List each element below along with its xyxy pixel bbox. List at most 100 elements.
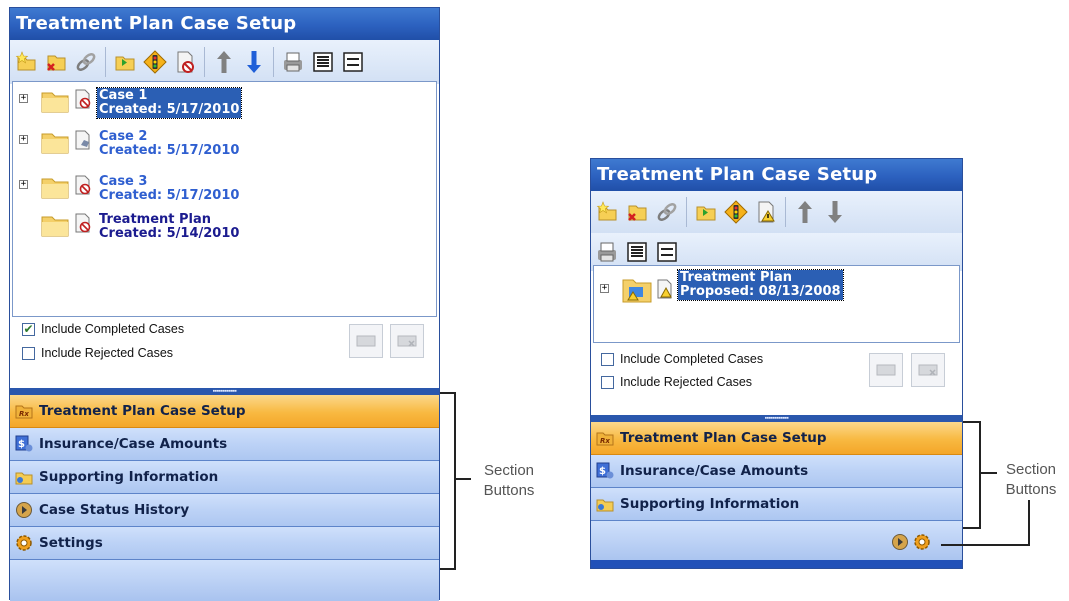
section-insurance-case-amounts[interactable]: $ Insurance/Case Amounts — [591, 455, 962, 488]
case-tree[interactable]: + Case 1 Created: 5/17/2010 + Case 2 Cre… — [12, 81, 437, 317]
rejected-document-icon — [75, 213, 91, 233]
move-to-folder-icon[interactable] — [112, 47, 138, 77]
insurance-icon: $ — [596, 462, 614, 480]
panel-title: Treatment Plan Case Setup — [591, 159, 962, 191]
section-label: Insurance/Case Amounts — [620, 463, 809, 479]
folder-icon — [41, 178, 69, 199]
section-settings[interactable]: Settings — [10, 527, 439, 560]
collapse-all-icon[interactable] — [340, 47, 366, 77]
tree-node[interactable]: Treatment Plan Created: 5/14/2010 — [40, 212, 241, 242]
link-icon[interactable] — [73, 47, 99, 77]
gear-icon — [15, 534, 33, 552]
include-rejected-option[interactable]: Include Rejected Cases — [22, 346, 173, 360]
tree-node[interactable]: + Case 2 Created: 5/17/2010 — [19, 129, 241, 159]
reject-document-icon[interactable] — [172, 47, 198, 77]
expand-toggle[interactable]: + — [600, 284, 609, 293]
section-supporting-information[interactable]: Supporting Information — [591, 488, 962, 521]
toolbar-separator — [105, 47, 106, 77]
section-label: Supporting Information — [620, 496, 800, 512]
collapse-all-icon[interactable] — [654, 237, 680, 267]
case-date: Created: 5/17/2010 — [99, 188, 240, 203]
section-label: Treatment Plan Case Setup — [39, 403, 246, 419]
tree-node[interactable]: + Case 1 Created: 5/17/2010 — [19, 87, 243, 119]
section-case-status-history[interactable]: Case Status History — [10, 494, 439, 527]
panel-title: Treatment Plan Case Setup — [10, 8, 439, 40]
move-down-icon[interactable] — [822, 197, 848, 227]
expand-toggle[interactable]: + — [19, 94, 28, 103]
print-icon[interactable] — [280, 47, 306, 77]
section-buttons-callout: Section Buttons — [483, 462, 535, 499]
include-rejected-checkbox[interactable] — [22, 346, 35, 360]
print-icon[interactable] — [594, 237, 620, 267]
move-up-icon[interactable] — [211, 47, 237, 77]
include-completed-checkbox[interactable] — [601, 352, 614, 366]
case-status-history-button[interactable] — [891, 533, 909, 556]
include-completed-label: Include Completed Cases — [620, 352, 764, 366]
accept-case-button[interactable] — [869, 353, 903, 387]
reject-case-button[interactable] — [911, 353, 945, 387]
case-name: Case 3 — [99, 174, 148, 189]
section-buttons-callout: Section Buttons — [1005, 461, 1057, 498]
card-icon — [876, 364, 896, 376]
include-completed-checkbox[interactable]: ✔ — [22, 322, 35, 336]
tree-node-label: Case 3 Created: 5/17/2010 — [97, 174, 241, 204]
tree-node-label: Case 2 Created: 5/17/2010 — [97, 129, 241, 159]
reject-case-button[interactable] — [390, 324, 424, 358]
insurance-icon: $ — [15, 435, 33, 453]
accept-case-button[interactable] — [349, 324, 383, 358]
svg-text:$: $ — [18, 439, 25, 450]
status-light-icon[interactable] — [723, 197, 749, 227]
case-date: Created: 5/17/2010 — [99, 143, 240, 158]
expand-toggle[interactable]: + — [19, 135, 28, 144]
expand-all-icon[interactable] — [310, 47, 336, 77]
section-treatment-plan-case-setup[interactable]: Rx Treatment Plan Case Setup — [591, 422, 962, 455]
folder-icon — [41, 216, 69, 237]
include-rejected-checkbox[interactable] — [601, 375, 614, 389]
history-icon — [892, 534, 908, 550]
delete-case-icon[interactable] — [43, 47, 69, 77]
section-insurance-case-amounts[interactable]: $ Insurance/Case Amounts — [10, 428, 439, 461]
toolbar-separator — [204, 47, 205, 77]
folder-icon — [15, 468, 33, 486]
settings-button[interactable] — [913, 533, 931, 556]
splitter[interactable]: ▪▪▪▪▪▪▪▪▪▪▪▪ — [10, 388, 439, 395]
rejected-document-icon — [75, 89, 91, 109]
signed-document-icon — [75, 130, 90, 150]
left-panel: Treatment Plan Case Setup + Case 1 Creat… — [9, 7, 440, 601]
new-case-icon[interactable] — [594, 197, 620, 227]
expand-toggle[interactable]: + — [19, 180, 28, 189]
tree-node[interactable]: + Treatment Plan Proposed: 08/13/2008 — [600, 269, 844, 304]
toolbar-separator — [273, 47, 274, 77]
section-supporting-information[interactable]: Supporting Information — [10, 461, 439, 494]
include-completed-option[interactable]: Include Completed Cases — [601, 352, 763, 366]
callout-line — [941, 544, 1030, 546]
include-completed-option[interactable]: ✔ Include Completed Cases — [22, 322, 184, 336]
section-label: Supporting Information — [39, 469, 219, 485]
warning-document-icon[interactable] — [753, 197, 779, 227]
move-to-folder-icon[interactable] — [693, 197, 719, 227]
splitter-grip[interactable]: ▪▪▪▪▪▪▪▪▪▪▪▪ — [213, 388, 237, 395]
link-icon[interactable] — [654, 197, 680, 227]
splitter-grip[interactable]: ▪▪▪▪▪▪▪▪▪▪▪▪ — [765, 415, 789, 422]
include-rejected-label: Include Rejected Cases — [41, 346, 174, 360]
section-label: Treatment Plan Case Setup — [620, 430, 827, 446]
include-completed-label: Include Completed Cases — [41, 322, 185, 336]
move-up-icon[interactable] — [792, 197, 818, 227]
section-treatment-plan-case-setup[interactable]: Rx Treatment Plan Case Setup — [10, 395, 439, 428]
svg-text:Rx: Rx — [19, 410, 29, 418]
move-down-icon[interactable] — [241, 47, 267, 77]
tree-node-label: Treatment Plan Created: 5/14/2010 — [97, 212, 241, 242]
case-name: Treatment Plan — [680, 270, 793, 285]
svg-text:Rx: Rx — [600, 437, 610, 445]
bottom-bar — [591, 560, 962, 568]
status-light-icon[interactable] — [142, 47, 168, 77]
splitter[interactable]: ▪▪▪▪▪▪▪▪▪▪▪▪ — [591, 415, 962, 422]
new-case-icon[interactable] — [13, 47, 39, 77]
case-date: Created: 5/14/2010 — [99, 226, 240, 241]
tree-node[interactable]: + Case 3 Created: 5/17/2010 — [19, 174, 241, 204]
include-rejected-option[interactable]: Include Rejected Cases — [601, 375, 752, 389]
expand-all-icon[interactable] — [624, 237, 650, 267]
delete-case-icon[interactable] — [624, 197, 650, 227]
case-tree[interactable]: + Treatment Plan Proposed: 08/13/2008 — [593, 265, 960, 343]
tree-node-label: Case 1 Created: 5/17/2010 — [95, 87, 243, 119]
